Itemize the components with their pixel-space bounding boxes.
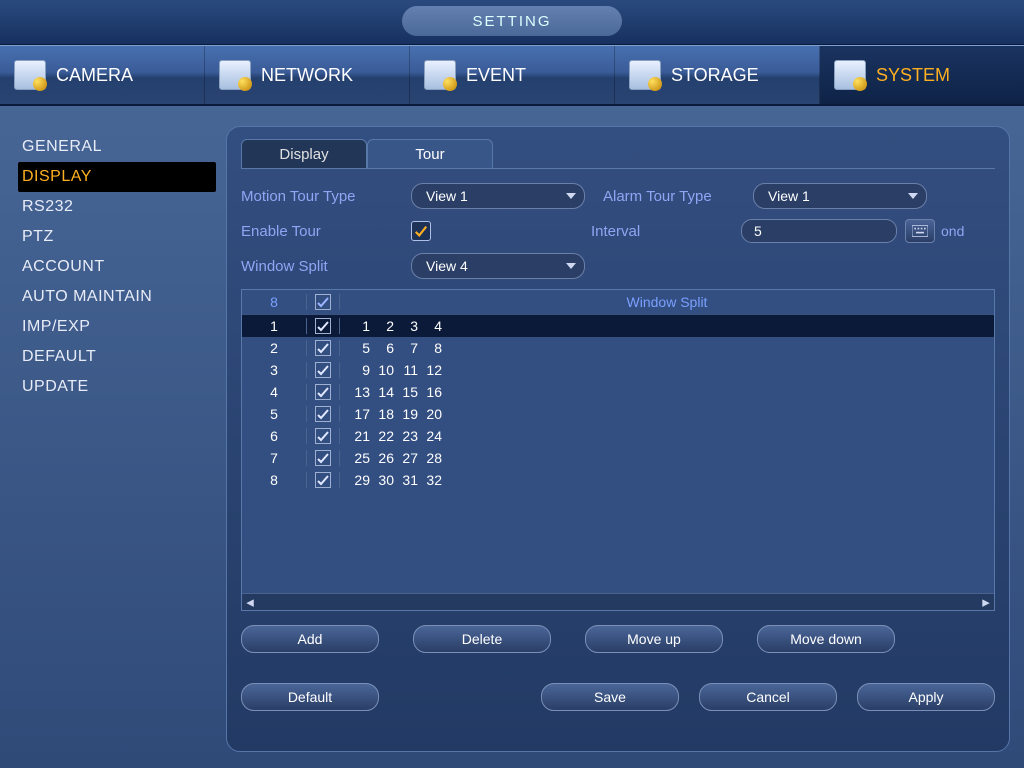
row-checkbox[interactable]	[307, 406, 340, 422]
sidebar-item-ptz[interactable]: PTZ	[18, 222, 216, 252]
tab-label: CAMERA	[56, 65, 133, 86]
window-split-label: Window Split	[241, 258, 411, 275]
tab-icon	[834, 60, 866, 90]
row-index: 4	[242, 384, 307, 400]
grid-header-count: 8	[242, 294, 307, 310]
row-index: 7	[242, 450, 307, 466]
row-cells: 9101112	[340, 362, 442, 378]
sidebar-item-imp-exp[interactable]: IMP/EXP	[18, 312, 216, 342]
table-row[interactable]: 2 5678	[242, 337, 994, 359]
main-tab-network[interactable]: NETWORK	[205, 46, 410, 104]
keyboard-icon	[912, 225, 928, 237]
row-cells: 1234	[340, 318, 442, 334]
sidebar-item-display[interactable]: DISPLAY	[18, 162, 216, 192]
table-row[interactable]: 1 1234	[242, 315, 994, 337]
table-row[interactable]: 5 17181920	[242, 403, 994, 425]
interval-input[interactable]: 5	[741, 219, 897, 243]
sidebar-item-general[interactable]: GENERAL	[18, 132, 216, 162]
motion-tour-type-label: Motion Tour Type	[241, 188, 411, 205]
sidebar-item-account[interactable]: ACCOUNT	[18, 252, 216, 282]
row-checkbox[interactable]	[307, 472, 340, 488]
row-index: 1	[242, 318, 307, 334]
grid-body: 1 1234 2 5678 3 9101112 4 13141516 5 17181920 6 212…	[242, 315, 994, 593]
row-index: 5	[242, 406, 307, 422]
tab-label: EVENT	[466, 65, 526, 86]
sidebar-item-auto-maintain[interactable]: AUTO MAINTAIN	[18, 282, 216, 312]
grid-header-check-all[interactable]	[307, 294, 340, 310]
tab-icon	[629, 60, 661, 90]
title-bar: SETTING	[0, 0, 1024, 45]
check-icon	[414, 224, 428, 238]
row-cells: 21222324	[340, 428, 442, 444]
window-split-grid: 8 Window Split 1123425678391011124131415…	[241, 289, 995, 611]
move-down-button[interactable]: Move down	[757, 625, 895, 653]
row-cells: 17181920	[340, 406, 442, 422]
scroll-track[interactable]	[258, 596, 978, 608]
grid-header: 8 Window Split	[242, 290, 994, 315]
table-row[interactable]: 6 21222324	[242, 425, 994, 447]
main-tabs: CAMERA NETWORK EVENT STORAGE SYSTEM	[0, 45, 1024, 106]
row-checkbox[interactable]	[307, 362, 340, 378]
enable-tour-checkbox[interactable]	[411, 221, 431, 241]
keyboard-button[interactable]	[905, 219, 935, 243]
delete-button[interactable]: Delete	[413, 625, 551, 653]
tab-icon	[219, 60, 251, 90]
row-checkbox[interactable]	[307, 450, 340, 466]
row-cells: 13141516	[340, 384, 442, 400]
scroll-right-icon[interactable]: ▸	[978, 594, 994, 610]
row-checkbox[interactable]	[307, 340, 340, 356]
enable-tour-label: Enable Tour	[241, 223, 411, 240]
row-cells: 29303132	[340, 472, 442, 488]
window-title: SETTING	[402, 6, 622, 36]
grid-header-title: Window Split	[340, 294, 994, 310]
tab-label: SYSTEM	[876, 65, 950, 86]
interval-unit: ond	[941, 223, 964, 239]
window-split-select[interactable]: View 4	[411, 253, 585, 279]
add-button[interactable]: Add	[241, 625, 379, 653]
tab-label: NETWORK	[261, 65, 353, 86]
default-button[interactable]: Default	[241, 683, 379, 711]
table-row[interactable]: 7 25262728	[242, 447, 994, 469]
main-tab-event[interactable]: EVENT	[410, 46, 615, 104]
sidebar: GENERALDISPLAYRS232PTZACCOUNTAUTO MAINTA…	[0, 106, 226, 768]
row-index: 8	[242, 472, 307, 488]
row-index: 3	[242, 362, 307, 378]
alarm-tour-type-select[interactable]: View 1	[753, 183, 927, 209]
move-up-button[interactable]: Move up	[585, 625, 723, 653]
row-index: 2	[242, 340, 307, 356]
subtab-tour[interactable]: Tour	[367, 139, 493, 168]
row-index: 6	[242, 428, 307, 444]
main-tab-system[interactable]: SYSTEM	[820, 46, 1024, 104]
horizontal-scrollbar[interactable]: ◂ ▸	[242, 593, 994, 610]
check-icon	[317, 296, 329, 308]
content-panel: DisplayTour Motion Tour Type View 1 Alar…	[226, 126, 1010, 752]
apply-button[interactable]: Apply	[857, 683, 995, 711]
tab-icon	[14, 60, 46, 90]
sidebar-item-update[interactable]: UPDATE	[18, 372, 216, 402]
subtabs: DisplayTour	[227, 127, 1009, 168]
main-tab-camera[interactable]: CAMERA	[0, 46, 205, 104]
row-checkbox[interactable]	[307, 384, 340, 400]
table-row[interactable]: 8 29303132	[242, 469, 994, 491]
table-row[interactable]: 4 13141516	[242, 381, 994, 403]
interval-label: Interval	[591, 223, 741, 240]
sidebar-item-default[interactable]: DEFAULT	[18, 342, 216, 372]
alarm-tour-type-label: Alarm Tour Type	[603, 188, 753, 205]
main-tab-storage[interactable]: STORAGE	[615, 46, 820, 104]
save-button[interactable]: Save	[541, 683, 679, 711]
tab-label: STORAGE	[671, 65, 759, 86]
sidebar-item-rs232[interactable]: RS232	[18, 192, 216, 222]
tab-icon	[424, 60, 456, 90]
table-row[interactable]: 3 9101112	[242, 359, 994, 381]
cancel-button[interactable]: Cancel	[699, 683, 837, 711]
row-cells: 25262728	[340, 450, 442, 466]
row-cells: 5678	[340, 340, 442, 356]
motion-tour-type-select[interactable]: View 1	[411, 183, 585, 209]
row-checkbox[interactable]	[307, 318, 340, 334]
row-checkbox[interactable]	[307, 428, 340, 444]
scroll-left-icon[interactable]: ◂	[242, 594, 258, 610]
subtab-display[interactable]: Display	[241, 139, 367, 168]
